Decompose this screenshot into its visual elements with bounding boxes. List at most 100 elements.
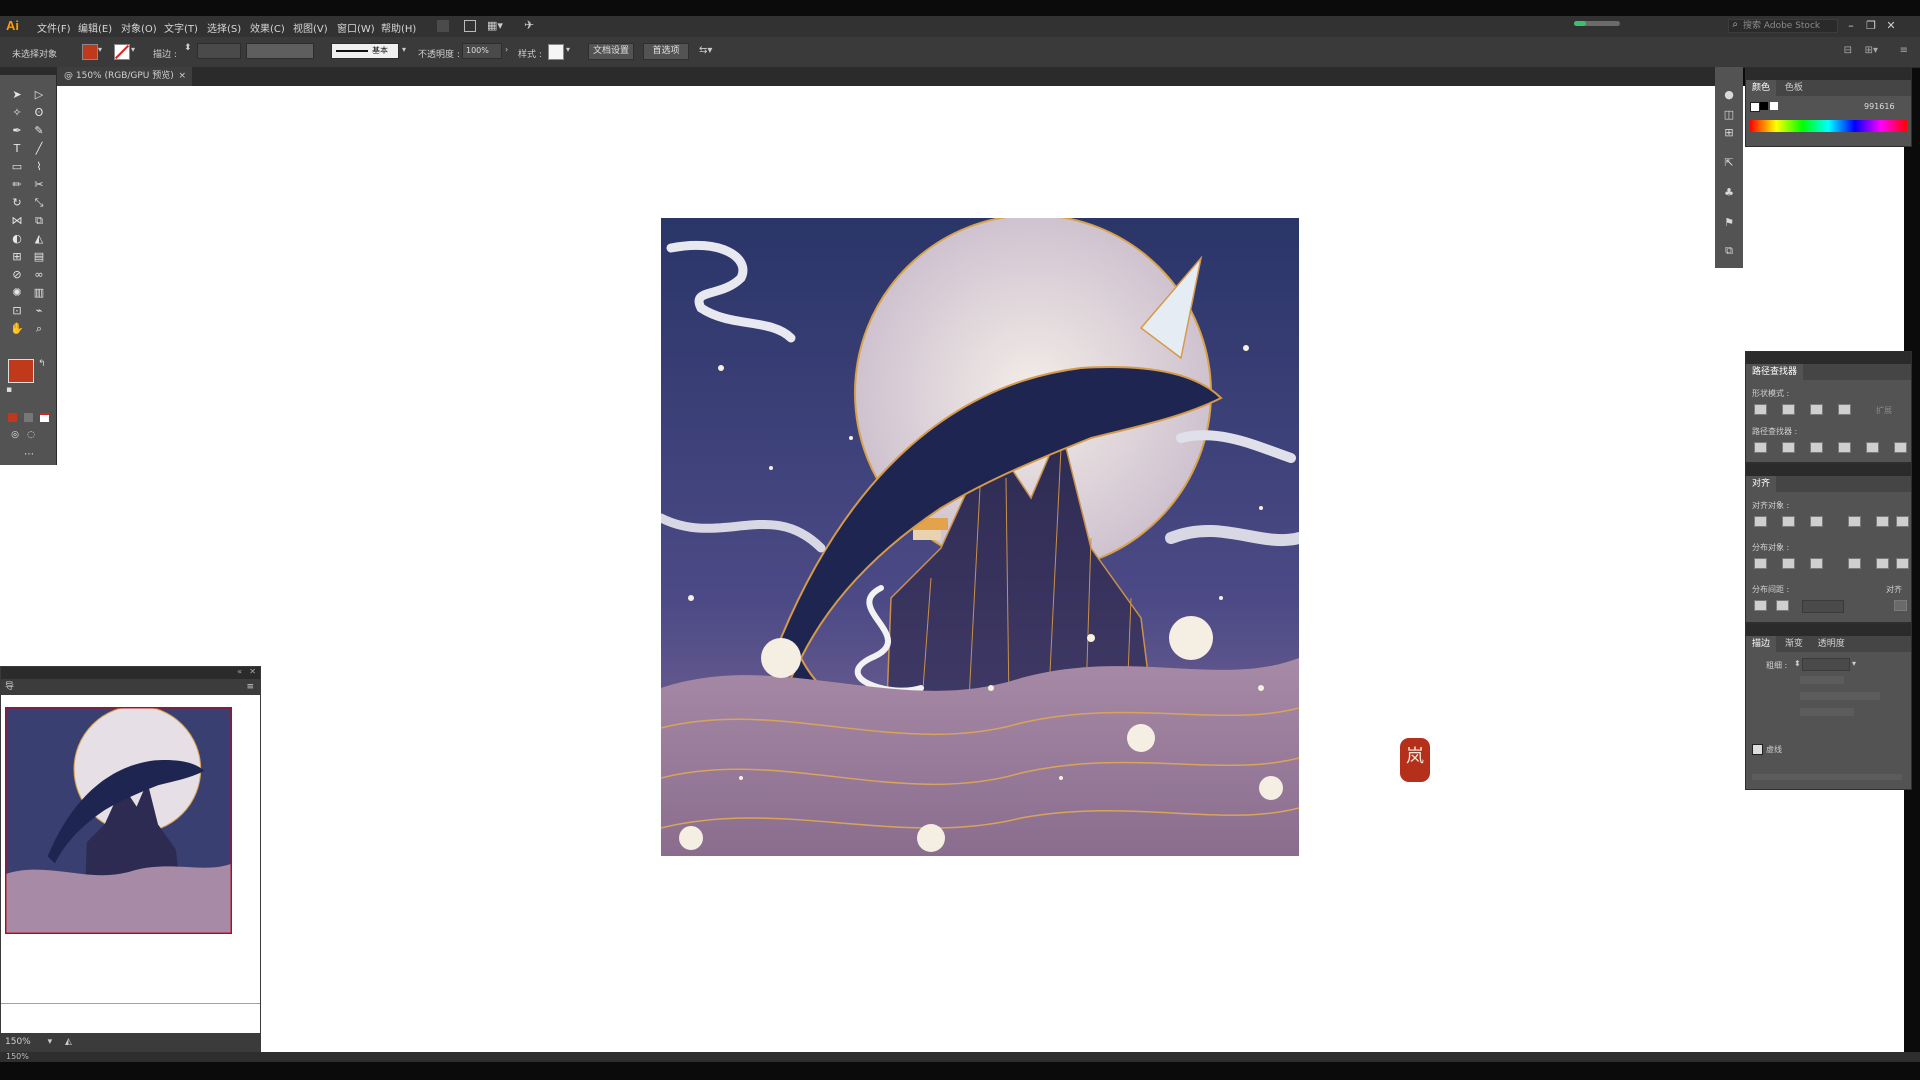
magic-wand-tool-icon[interactable]: ✧ <box>8 105 26 121</box>
distribute-icon[interactable]: ⊞▾ <box>1865 45 1878 56</box>
send-icon[interactable]: ✈ <box>524 18 534 32</box>
restore-icon[interactable]: ❐ <box>1864 19 1878 33</box>
screen-mode-icon[interactable]: ◌ <box>22 427 40 443</box>
bridge-icon[interactable] <box>437 20 449 32</box>
stroke-swatch[interactable] <box>114 44 130 60</box>
tab-stroke[interactable]: 描边 <box>1746 636 1777 652</box>
brush-definition[interactable]: 基本 <box>331 43 399 59</box>
stepper-icon[interactable]: ⬍ <box>1794 659 1801 668</box>
minus-front-button[interactable] <box>1782 404 1795 415</box>
white-swatch[interactable] <box>1770 102 1778 110</box>
menu-type[interactable]: 文字(T) <box>164 20 198 35</box>
chevron-down-icon[interactable]: ▾ <box>1852 659 1856 668</box>
transform-icon[interactable]: ⇆▾ <box>699 45 712 56</box>
layers-icon[interactable]: ⧉ <box>1721 243 1737 259</box>
export-icon[interactable]: ⇱ <box>1721 155 1737 171</box>
lasso-tool-icon[interactable]: ʘ <box>30 105 48 121</box>
slice-tool-icon[interactable]: ⌁ <box>30 303 48 319</box>
intersect-button[interactable] <box>1810 404 1823 415</box>
chevron-down-icon[interactable]: ▾ <box>98 45 102 54</box>
edit-toolbar-icon[interactable]: ⋯ <box>20 447 38 463</box>
gradient-tool-icon[interactable]: ▤ <box>30 249 48 265</box>
collapse-icon[interactable]: « <box>237 667 242 676</box>
paintbrush-tool-icon[interactable]: ⌇ <box>30 159 48 175</box>
live-paint-tool-icon[interactable]: ◭ <box>30 231 48 247</box>
distribute-bottom-button[interactable] <box>1810 558 1823 569</box>
panel-menu-icon[interactable]: ≡ <box>246 679 254 695</box>
tools-panel-header[interactable] <box>0 67 56 75</box>
color-panel-header[interactable] <box>1746 68 1911 80</box>
horizontal-spacing-button[interactable] <box>1776 600 1789 611</box>
scale-tool-icon[interactable]: ⤡ <box>30 195 48 211</box>
menu-window[interactable]: 窗口(W) <box>337 20 375 35</box>
navigator-panel-header[interactable]: « ✕ <box>1 667 260 679</box>
stock-search-input[interactable]: 搜索 Adobe Stock <box>1728 19 1838 33</box>
default-colors-icon[interactable]: ▪ <box>6 385 12 395</box>
menu-help[interactable]: 帮助(H) <box>381 20 416 35</box>
close-icon[interactable]: ✕ <box>1884 19 1898 33</box>
tab-gradient[interactable]: 渐变 <box>1779 636 1809 652</box>
close-icon[interactable]: ✕ <box>249 667 256 676</box>
chevron-down-icon[interactable]: ▾ <box>131 45 135 54</box>
zoom-slider-icon[interactable]: ◭ <box>65 1037 72 1047</box>
dash-gap-fields[interactable] <box>1752 774 1902 780</box>
align-center-button[interactable] <box>1782 516 1795 527</box>
crop-button[interactable] <box>1838 442 1851 453</box>
distribute-right-button[interactable] <box>1896 558 1909 569</box>
artwork-illustration[interactable] <box>661 218 1299 856</box>
line-tool-icon[interactable]: ╱ <box>30 141 48 157</box>
panel-menu-icon[interactable]: ≡ <box>1900 45 1908 56</box>
align-panel-header[interactable] <box>1746 464 1911 476</box>
menu-file[interactable]: 文件(F) <box>37 20 71 35</box>
unite-button[interactable] <box>1754 404 1767 415</box>
navigator-zoom-value[interactable]: 150% <box>5 1037 31 1047</box>
navigator-thumbnail[interactable] <box>5 707 232 934</box>
distribute-left-button[interactable] <box>1848 558 1861 569</box>
chevron-down-icon[interactable]: ▾ <box>566 45 570 54</box>
fill-stroke-mini-icon[interactable] <box>1750 102 1760 112</box>
chevron-right-icon[interactable]: › <box>505 45 508 54</box>
distribute-center-button[interactable] <box>1782 558 1795 569</box>
cap-options[interactable] <box>1800 676 1844 684</box>
graphic-style-swatch[interactable] <box>548 44 564 60</box>
stroke-weight-input[interactable] <box>1802 658 1850 671</box>
corner-options[interactable] <box>1800 692 1880 700</box>
align-to-dropdown[interactable] <box>1894 600 1907 611</box>
stroke-panel-header[interactable] <box>1746 624 1911 636</box>
none-mode-icon[interactable] <box>40 413 49 422</box>
free-transform-tool-icon[interactable]: ⧉ <box>30 213 48 229</box>
minimize-icon[interactable]: – <box>1844 19 1858 33</box>
pen-tool-icon[interactable]: ✒ <box>8 123 26 139</box>
grid-layout-icon[interactable]: ▦▾ <box>487 19 503 32</box>
scissors-tool-icon[interactable]: ✂ <box>30 177 48 193</box>
artboard-tool-icon[interactable]: ⊡ <box>8 303 26 319</box>
color-guide-icon[interactable]: ● <box>1721 87 1737 103</box>
symbol-sprayer-tool-icon[interactable]: ✺ <box>8 285 26 301</box>
chevron-down-icon[interactable]: ▾ <box>402 45 406 54</box>
hand-tool-icon[interactable]: ✋ <box>8 321 26 337</box>
document-tab[interactable]: @ 150% (RGB/GPU 预览) × <box>56 67 192 86</box>
asset-export-icon[interactable]: ⚑ <box>1721 215 1737 231</box>
menu-select[interactable]: 选择(S) <box>207 20 241 35</box>
variable-width-profile[interactable] <box>246 43 314 59</box>
color-mode-icon[interactable] <box>8 413 17 422</box>
width-tool-icon[interactable]: ⋈ <box>8 213 26 229</box>
swap-colors-icon[interactable]: ↰ <box>38 359 46 369</box>
menu-edit[interactable]: 编辑(E) <box>78 20 112 35</box>
spacing-input[interactable] <box>1802 600 1844 613</box>
vertical-spacing-button[interactable] <box>1754 600 1767 611</box>
close-tab-icon[interactable]: × <box>178 67 186 86</box>
color-spectrum[interactable] <box>1750 120 1907 132</box>
merge-button[interactable] <box>1810 442 1823 453</box>
symbols-icon[interactable]: ♣ <box>1721 185 1737 201</box>
rotate-tool-icon[interactable]: ↻ <box>8 195 26 211</box>
type-tool-icon[interactable]: T <box>8 141 26 157</box>
menu-view[interactable]: 视图(V) <box>293 20 328 35</box>
align-top-button[interactable] <box>1848 516 1861 527</box>
minus-back-button[interactable] <box>1894 442 1907 453</box>
selection-tool-icon[interactable]: ➤ <box>8 87 26 103</box>
align-right-button[interactable] <box>1810 516 1823 527</box>
direct-selection-tool-icon[interactable]: ▷ <box>30 87 48 103</box>
tab-pathfinder[interactable]: 路径查找器 <box>1746 364 1804 380</box>
arrange-documents-icon[interactable] <box>464 20 476 32</box>
